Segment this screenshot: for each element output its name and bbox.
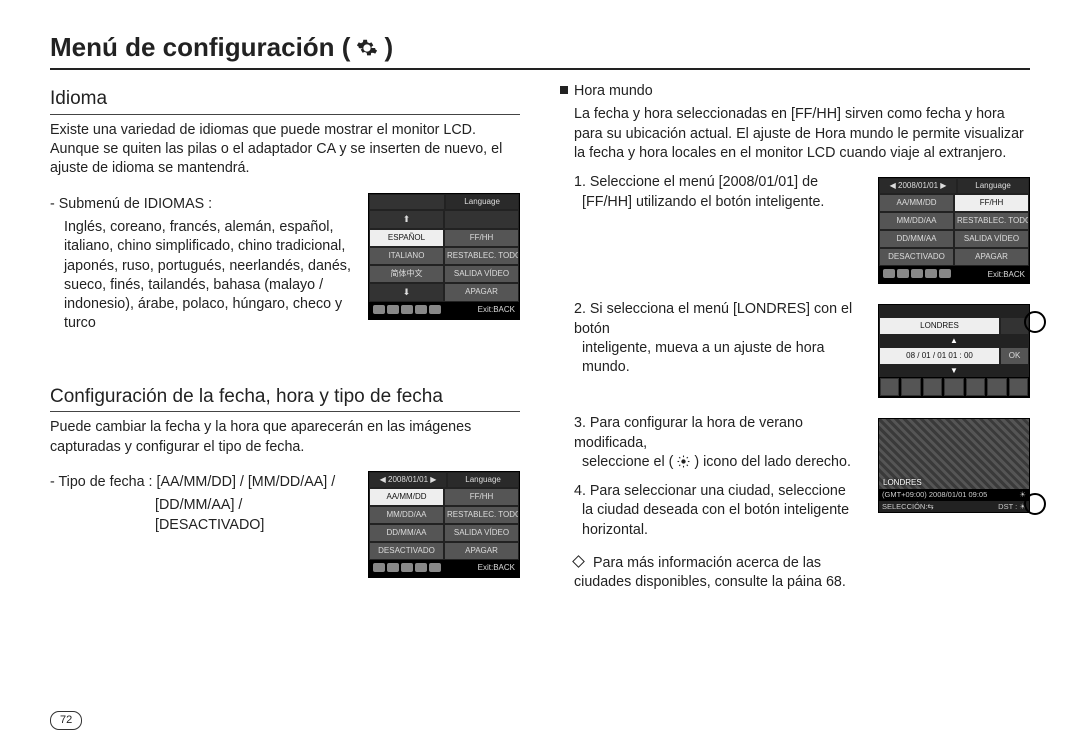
section-fecha-heading: Configuración de la fecha, hora y tipo d… [50,384,520,413]
hora-screen-1: ◀ 2008/01/01 ▶Language AA/MM/DDFF/HH MM/… [878,177,1030,284]
hora-mundo-paragraph: La fecha y hora seleccionadas en [FF/HH]… [560,105,1030,163]
idioma-screen: Language ⬆ ESPAÑOLFF/HH ITALIANORESTABLE… [368,193,520,320]
step2-line-a: 2. Si selecciona el menú [LONDRES] con e… [574,300,864,339]
footer-icons [883,269,953,280]
gear-icon [356,37,378,59]
footer-icons [373,305,443,316]
title-suffix: ) [384,30,393,65]
step1-line-b: [FF/HH] utilizando el botón inteligente. [574,193,864,212]
page-number: 72 [50,711,82,730]
sun-icon [677,454,690,470]
step3-line-a: 3. Para configurar la hora de verano mod… [574,414,864,453]
step3-line-bc: seleccione el ( ) icono del lado derecho… [574,453,864,472]
hora-screen-3: LONDRES (GMT+09:00) 2008/01/01 09:05☀ SE… [878,418,1030,513]
fecha-paragraph: Puede cambiar la fecha y la hora que apa… [50,418,520,457]
note-label: Para más información acerca de las ciuda… [574,554,864,593]
step4-line-a: 4. Para seleccionar una ciudad, seleccio… [574,482,864,501]
fecha-sub-label2: [DD/MM/AA] / [DESACTIVADO] [50,496,354,535]
fecha-screen: ◀ 2008/01/01 ▶Language AA/MM/DDFF/HH MM/… [368,471,520,578]
title-prefix: Menú de configuración ( [50,30,350,65]
idioma-sub-list: Inglés, coreano, francés, alemán, españo… [50,218,354,334]
step4-line-b: la ciudad deseada con el botón inteligen… [574,501,864,540]
idioma-sub-label: - Submenú de IDIOMAS : [50,195,354,214]
step2-line-b: inteligente, mueva a un ajuste de hora m… [574,339,864,378]
hora-screen-2: LONDRES ▲ 08 / 01 / 01 01 : 00 OK ▼ [878,304,1030,398]
highlight-circle-icon [1024,493,1046,515]
step1-line-a: 1. Seleccione el menú [2008/01/01] de [574,173,864,192]
right-column: Hora mundo La fecha y hora seleccionadas… [560,82,1030,593]
page-title: Menú de configuración ( ) [50,30,1030,70]
idioma-paragraph: Existe una variedad de idiomas que puede… [50,121,520,179]
fecha-sub-label: - Tipo de fecha : [AA/MM/DD] / [MM/DD/AA… [50,473,354,492]
footer-icons [373,563,443,574]
thumb-row [879,377,1029,397]
left-column: Idioma Existe una variedad de idiomas qu… [50,82,520,593]
hora-mundo-heading: Hora mundo [560,82,1030,101]
highlight-circle-icon [1024,311,1046,333]
section-idioma-heading: Idioma [50,86,520,115]
world-map-icon: LONDRES [879,419,1029,489]
